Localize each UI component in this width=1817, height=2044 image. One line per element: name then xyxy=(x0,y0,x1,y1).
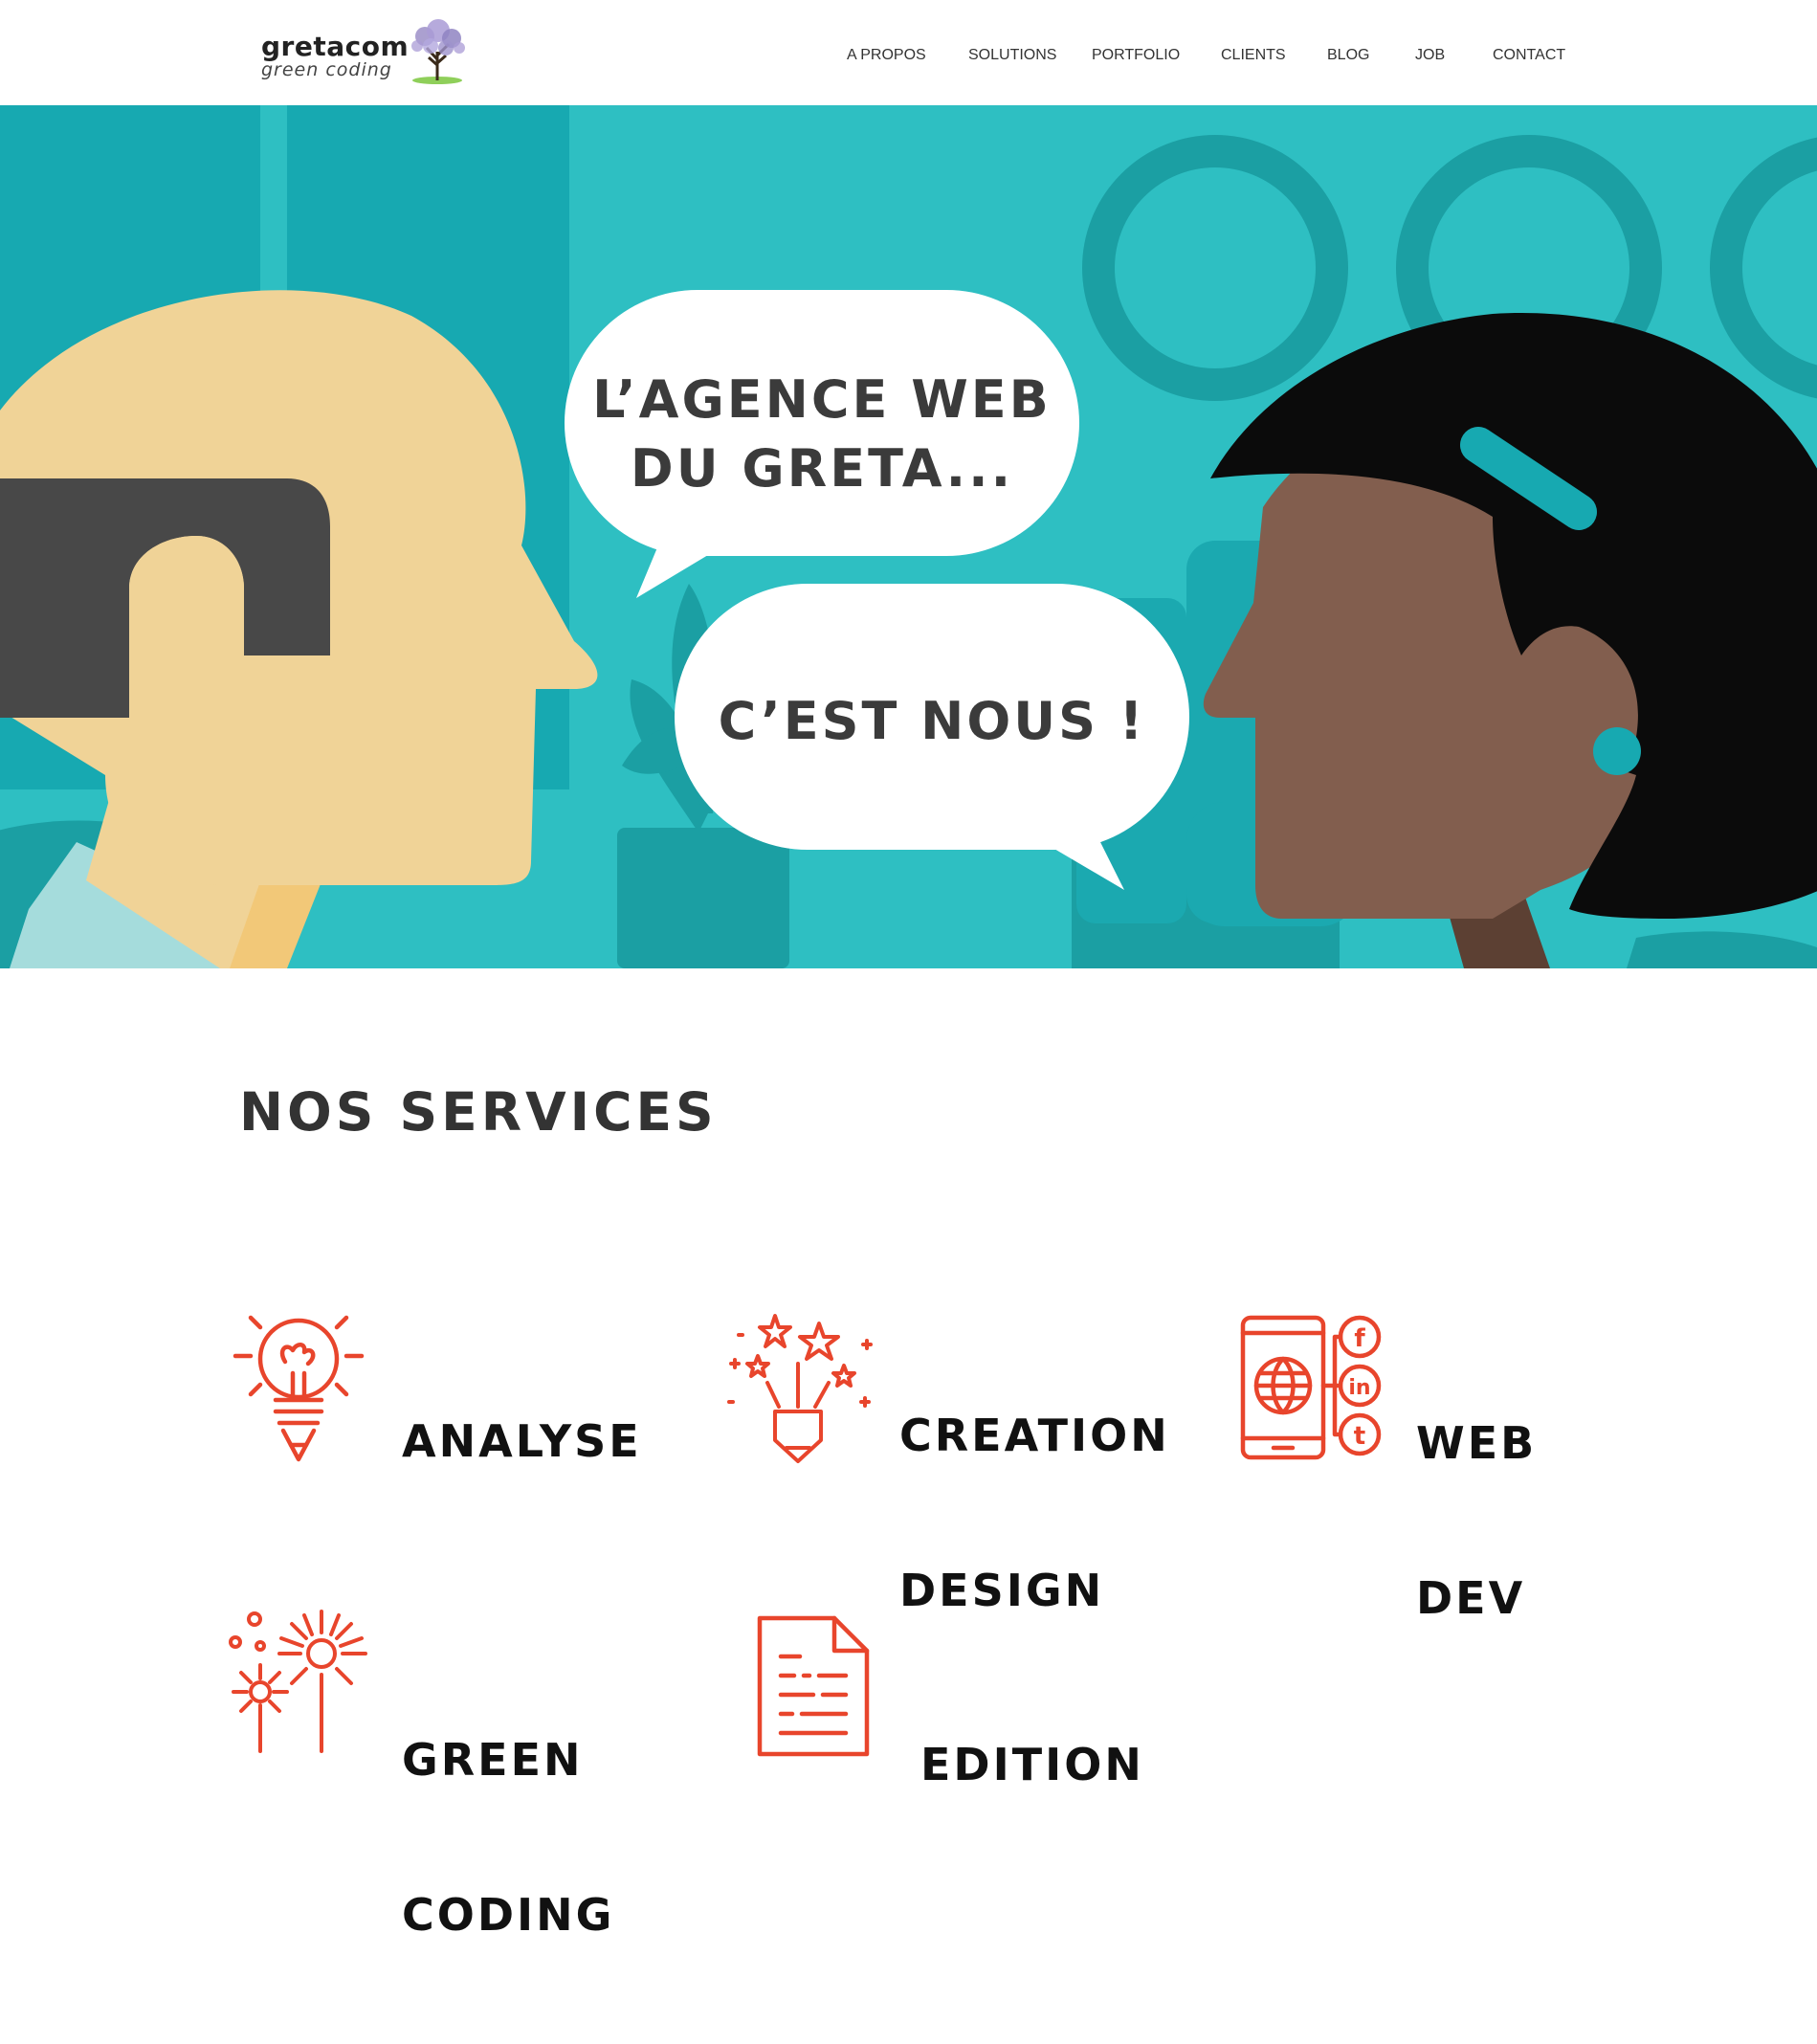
bubble-reply: C’EST NOUS ! xyxy=(718,691,1146,751)
service-edition[interactable]: EDITION xyxy=(756,1614,1158,1790)
svg-text:f: f xyxy=(1354,1324,1365,1353)
svg-text:t: t xyxy=(1354,1422,1365,1451)
tree-icon xyxy=(411,19,465,84)
service-creation-design[interactable]: CREATION DESIGN xyxy=(720,1306,1179,1616)
nav-portfolio[interactable]: PORTFOLIO xyxy=(1092,47,1180,64)
nav-clients[interactable]: CLIENTS xyxy=(1221,47,1286,64)
logo-subtitle: green coding xyxy=(261,59,392,80)
service-analyse-label: ANALYSE xyxy=(402,1312,642,1570)
stars-pencil-icon xyxy=(727,1314,873,1463)
service-analyse-line1: ANALYSE xyxy=(402,1415,642,1467)
service-green-line2: CODING xyxy=(402,1889,615,1941)
service-edition-label: EDITION xyxy=(920,1635,1144,1894)
logo[interactable]: gretacom green coding xyxy=(259,17,470,88)
service-creation-line1: CREATION xyxy=(899,1410,1170,1461)
logo-title: gretacom xyxy=(261,31,410,62)
service-web-dev-line2: DEV xyxy=(1416,1572,1526,1624)
service-green-coding[interactable]: GREEN CODING xyxy=(222,1608,662,1941)
services-title: NOS SERVICES xyxy=(239,1081,718,1143)
bubble-headline-line1: L’AGENCE WEB xyxy=(592,369,1052,430)
service-web-dev-line1: WEB xyxy=(1416,1417,1538,1469)
nav-a-propos[interactable]: A PROPOS xyxy=(847,47,926,64)
hero-illustration xyxy=(0,105,1817,968)
service-edition-line1: EDITION xyxy=(920,1739,1144,1790)
hero-banner: L’AGENCE WEB DU GRETA... C’EST NOUS ! xyxy=(0,105,1817,968)
nav-contact[interactable]: CONTACT xyxy=(1493,47,1565,64)
mobile-social-icon: f in t xyxy=(1240,1315,1382,1460)
bubble-headline-line2: DU GRETA... xyxy=(630,438,1014,499)
svg-text:in: in xyxy=(1348,1376,1370,1400)
service-green-line1: GREEN xyxy=(402,1734,584,1786)
fireworks-icon xyxy=(229,1610,367,1753)
service-web-dev[interactable]: f in t WEB DEV xyxy=(1239,1314,1641,1624)
document-icon xyxy=(757,1615,870,1757)
service-green-coding-label: GREEN CODING xyxy=(402,1631,614,2044)
service-web-dev-label: WEB DEV xyxy=(1416,1314,1537,1727)
nav-solutions[interactable]: SOLUTIONS xyxy=(968,47,1056,64)
bubble-headline: L’AGENCE WEB DU GRETA... xyxy=(565,366,1079,503)
site-header: gretacom green coding A PROPOS SOLUTIONS… xyxy=(0,0,1817,105)
nav-blog[interactable]: BLOG xyxy=(1327,47,1369,64)
service-analyse[interactable]: ANALYSE xyxy=(230,1306,651,1469)
service-creation-line2: DESIGN xyxy=(899,1565,1105,1616)
lightbulb-pencil-icon xyxy=(233,1315,365,1462)
nav-job[interactable]: JOB xyxy=(1415,47,1445,64)
